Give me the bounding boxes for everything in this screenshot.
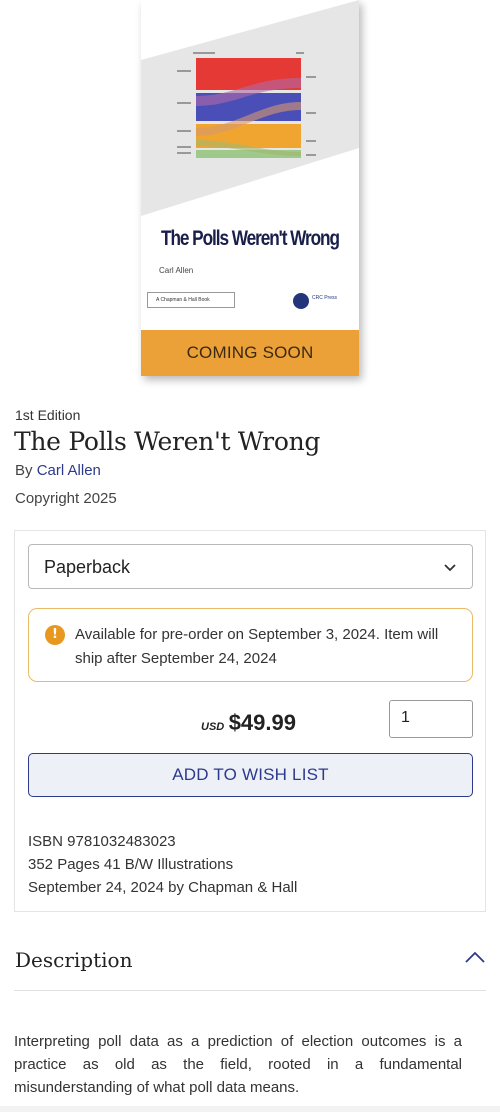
bottom-divider — [0, 1106, 500, 1112]
add-to-wish-list-button[interactable]: ADD TO WISH LIST — [28, 753, 473, 797]
price-amount: $49.99 — [228, 710, 296, 735]
isbn: ISBN 9781032483023 — [28, 833, 176, 850]
page-title: The Polls Weren't Wrong — [14, 427, 321, 456]
preorder-notice: ! Available for pre-order on September 3… — [28, 608, 473, 682]
book-cover[interactable]: The Polls Weren't Wrong Carl Allen A Cha… — [141, 0, 359, 376]
page-count: 352 Pages 41 B/W Illustrations — [28, 856, 234, 873]
price: USD $49.99 — [201, 710, 296, 736]
cover-author: Carl Allen — [159, 266, 194, 275]
product-details: ISBN 9781032483023 352 Pages 41 B/W Illu… — [28, 830, 297, 899]
edition-label: 1st Edition — [15, 407, 81, 423]
format-select[interactable]: Paperback — [28, 544, 473, 589]
publication-date: September 24, 2024 by Chapman & Hall — [28, 879, 298, 896]
author-link[interactable]: Carl Allen — [37, 462, 101, 479]
crc-logo-icon — [293, 293, 309, 309]
preorder-notice-text: Available for pre-order on September 3, … — [75, 626, 439, 667]
warning-icon: ! — [45, 625, 65, 645]
byline-prefix: By — [15, 462, 37, 479]
cover-crc-press: CRC Press — [312, 295, 338, 301]
quantity-input[interactable]: 1 — [389, 700, 473, 738]
description-header[interactable]: Description — [14, 945, 486, 991]
description-heading: Description — [15, 948, 133, 972]
cover-title: The Polls Weren't Wrong — [161, 227, 340, 250]
byline: By Carl Allen — [15, 462, 101, 479]
copyright: Copyright 2025 — [15, 490, 117, 507]
chevron-up-icon[interactable] — [464, 949, 486, 967]
chevron-down-icon — [444, 564, 456, 572]
format-selected-value: Paperback — [44, 557, 131, 577]
purchase-panel: Paperback ! Available for pre-order on S… — [14, 530, 486, 912]
cover-publisher-box: A Chapman & Hall Book — [147, 292, 235, 308]
cover-chart-art — [141, 0, 359, 330]
price-currency: USD — [201, 721, 225, 733]
coming-soon-banner: COMING SOON — [141, 330, 359, 376]
description-body: Interpreting poll data as a prediction o… — [14, 1033, 462, 1096]
